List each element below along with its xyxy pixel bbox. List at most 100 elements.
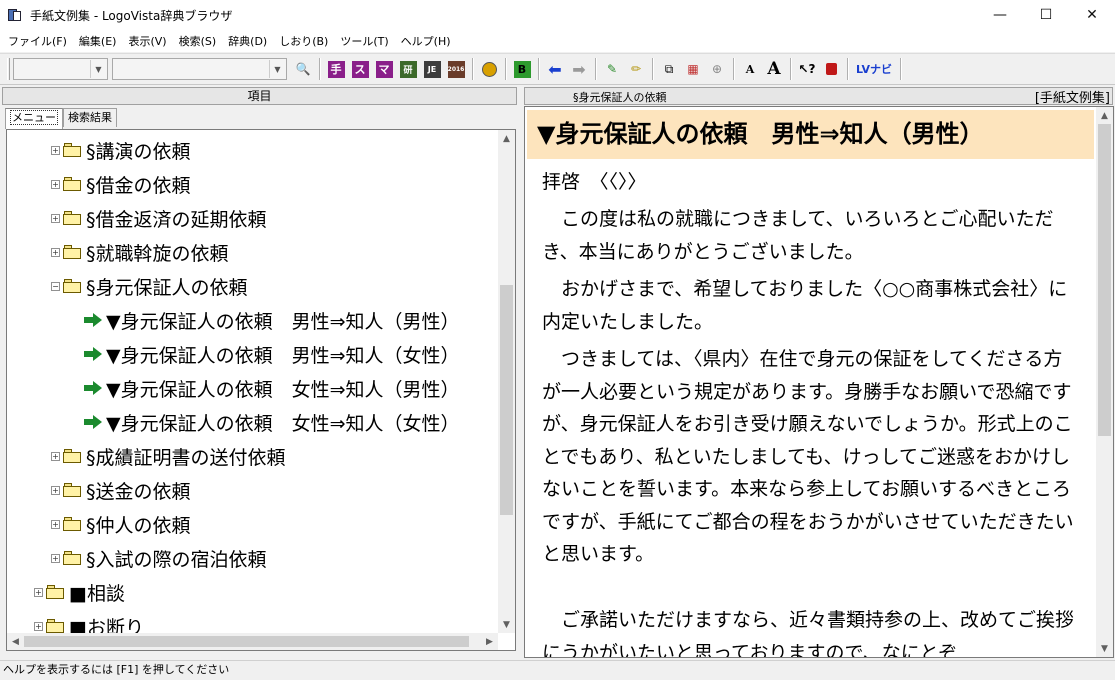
expand-icon[interactable]: +: [51, 247, 60, 257]
folder-icon: [63, 143, 82, 157]
stop-icon[interactable]: [820, 58, 842, 80]
tree-folder[interactable]: − §身元保証人の依頼: [51, 269, 248, 303]
tree-folder[interactable]: + ■相談: [34, 575, 125, 609]
font-smaller-button[interactable]: A: [739, 58, 761, 80]
close-button[interactable]: ✕: [1069, 0, 1115, 30]
zoom-icon[interactable]: ⊕: [706, 58, 728, 80]
lv-navi-button[interactable]: LVナビ: [853, 58, 895, 80]
tree-label: §送金の依頼: [86, 480, 191, 503]
tree-folder[interactable]: + §借金返済の延期依頼: [51, 201, 267, 235]
tab-menu[interactable]: メニュー: [5, 108, 63, 129]
search-mode-select[interactable]: ▼: [13, 58, 108, 80]
dict-button-je[interactable]: JE: [421, 58, 443, 80]
toolbar-grip[interactable]: [7, 58, 10, 80]
folder-icon: [46, 619, 65, 633]
article-paragraph: ご承諾いただけますなら、近々書類持参の上、改めてご挨拶にうかがいたいと思っており…: [542, 609, 1075, 658]
palette-icon[interactable]: ▦: [682, 58, 704, 80]
tree-item[interactable]: ▼身元保証人の依頼 女性⇒知人（女性）: [84, 405, 460, 439]
scroll-left-icon[interactable]: ◀: [7, 633, 24, 650]
expand-icon[interactable]: +: [51, 485, 60, 495]
article-title: ▼身元保証人の依頼 男性⇒知人（男性）: [527, 110, 1094, 159]
tree-vertical-scrollbar[interactable]: ▲ ▼: [498, 130, 515, 633]
dict-button-2016[interactable]: 2016: [445, 58, 467, 80]
copy-icon[interactable]: ⧉: [658, 58, 680, 80]
article-vertical-scrollbar[interactable]: ▲ ▼: [1096, 107, 1113, 657]
minimize-button[interactable]: —: [977, 0, 1023, 30]
scroll-down-icon[interactable]: ▼: [1096, 640, 1113, 657]
expand-icon[interactable]: +: [51, 179, 60, 189]
dict-button-ken[interactable]: 研: [397, 58, 419, 80]
scroll-thumb[interactable]: [500, 285, 513, 515]
folder-icon: [63, 517, 82, 531]
scroll-thumb[interactable]: [1098, 124, 1111, 436]
tab-search-results[interactable]: 検索結果: [63, 108, 117, 127]
expand-icon[interactable]: +: [51, 553, 60, 563]
dict-button-su[interactable]: ス: [349, 58, 371, 80]
tree-folder[interactable]: + §入試の際の宿泊依頼: [51, 541, 267, 575]
font-larger-button[interactable]: A: [763, 58, 785, 80]
dictionary-name-label: [手紙文例集]: [1034, 91, 1110, 106]
toolbar-separator: [472, 58, 473, 80]
binoculars-icon[interactable]: 🔍: [292, 58, 314, 80]
menu-help[interactable]: ヘルプ(H): [395, 33, 457, 49]
tree-horizontal-scrollbar[interactable]: ◀ ▶: [7, 633, 498, 650]
article-paragraph: つきましては、〈県内〉在住で身元の保証をしてくださる方が一人必要という規定があり…: [542, 348, 1074, 565]
menu-edit[interactable]: 編集(E): [73, 33, 123, 49]
expand-icon[interactable]: +: [51, 213, 60, 223]
menu-bookmarks[interactable]: しおり(B): [273, 33, 334, 49]
menu-tools[interactable]: ツール(T): [334, 33, 394, 49]
maximize-button[interactable]: ☐: [1023, 0, 1069, 30]
tree-folder[interactable]: + §成績証明書の送付依頼: [51, 439, 286, 473]
menu-dictionary[interactable]: 辞典(D): [222, 33, 273, 49]
left-tabs: メニュー 検索結果: [5, 108, 117, 129]
toolbar-separator: [319, 58, 320, 80]
menu-view[interactable]: 表示(V): [122, 33, 172, 49]
items-pane-header: 項目: [2, 87, 517, 105]
green-arrow-icon: [84, 347, 102, 361]
dict-button-tegami[interactable]: 手: [325, 58, 347, 80]
tree-label: ▼身元保証人の依頼 女性⇒知人（男性）: [106, 378, 460, 401]
scroll-up-icon[interactable]: ▲: [1096, 107, 1113, 124]
menu-search[interactable]: 検索(S): [173, 33, 223, 49]
b-button[interactable]: B: [511, 58, 533, 80]
menu-tree: + §講演の依頼 + §借金の依頼 + §借金返済の延期依頼 + §就職斡旋の依頼 − §身元保証…: [6, 129, 516, 651]
globe-icon[interactable]: [478, 58, 500, 80]
chevron-down-icon: ▼: [269, 60, 285, 78]
tree-folder[interactable]: + §講演の依頼: [51, 133, 191, 167]
tree-folder[interactable]: + §就職斡旋の依頼: [51, 235, 229, 269]
tree-item[interactable]: ▼身元保証人の依頼 女性⇒知人（男性）: [84, 371, 460, 405]
search-input[interactable]: ▼: [112, 58, 287, 80]
expand-icon[interactable]: +: [34, 621, 43, 631]
expand-icon[interactable]: +: [34, 587, 43, 597]
help-cursor-icon[interactable]: ↖?: [796, 58, 818, 80]
tree-label: §就職斡旋の依頼: [86, 242, 229, 265]
scroll-right-icon[interactable]: ▶: [481, 633, 498, 650]
tree-label: §借金返済の延期依頼: [86, 208, 267, 231]
dict-button-ma[interactable]: マ: [373, 58, 395, 80]
pencil-icon[interactable]: ✏: [625, 58, 647, 80]
menu-file[interactable]: ファイル(F): [2, 33, 73, 49]
expand-icon[interactable]: +: [51, 145, 60, 155]
tree-label: ▼身元保証人の依頼 男性⇒知人（男性）: [106, 310, 460, 333]
tree-folder[interactable]: + §仲人の依頼: [51, 507, 191, 541]
back-arrow-icon[interactable]: ⬅: [544, 58, 566, 80]
expand-icon[interactable]: +: [51, 451, 60, 461]
marker-pen-icon[interactable]: ✎: [601, 58, 623, 80]
folder-icon: [63, 483, 82, 497]
scroll-down-icon[interactable]: ▼: [498, 616, 515, 633]
forward-arrow-icon[interactable]: ➡: [568, 58, 590, 80]
collapse-icon[interactable]: −: [51, 281, 60, 291]
tree-folder[interactable]: + §送金の依頼: [51, 473, 191, 507]
folder-icon: [46, 585, 65, 599]
tree-label: §身元保証人の依頼: [86, 276, 248, 299]
pane-splitter[interactable]: [519, 86, 523, 658]
tree-item[interactable]: ▼身元保証人の依頼 男性⇒知人（女性）: [84, 337, 460, 371]
expand-icon[interactable]: +: [51, 519, 60, 529]
scroll-thumb[interactable]: [24, 636, 469, 647]
tree-label: §仲人の依頼: [86, 514, 191, 537]
tree-folder[interactable]: + §借金の依頼: [51, 167, 191, 201]
tree-item[interactable]: ▼身元保証人の依頼 男性⇒知人（男性）: [84, 303, 460, 337]
scroll-up-icon[interactable]: ▲: [498, 130, 515, 147]
toolbar-separator: [900, 58, 901, 80]
article-content: ▼身元保証人の依頼 男性⇒知人（男性） 拝啓 〈〈〉〉 この度は私の就職につきま…: [524, 106, 1114, 658]
